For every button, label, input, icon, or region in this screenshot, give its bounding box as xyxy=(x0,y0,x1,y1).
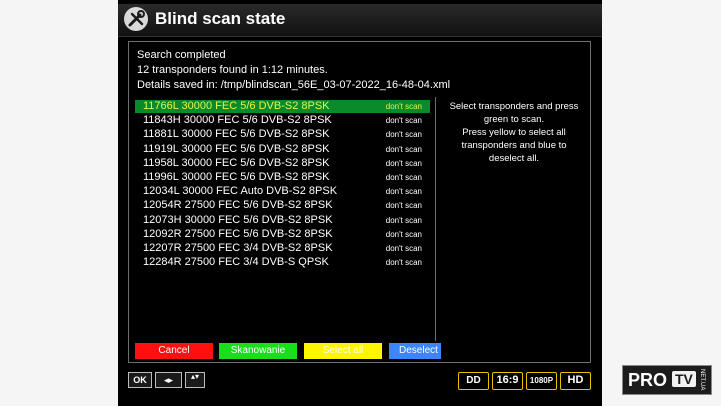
help-line: Select transponders and press xyxy=(449,101,579,112)
watermark-tv: TV xyxy=(672,371,696,387)
transponder-label: 11843H 30000 FEC 5/6 DVB-S2 8PSK xyxy=(143,114,332,127)
cancel-button[interactable]: Cancel xyxy=(135,343,213,359)
hd-badge: HD xyxy=(560,372,591,390)
transponder-row[interactable]: 11881L 30000 FEC 5/6 DVB-S2 8PSK don't sc… xyxy=(135,128,430,141)
resolution-badge: 1080P xyxy=(526,372,557,390)
ok-key-icon: OK xyxy=(128,372,152,388)
transponder-label: 11919L 30000 FEC 5/6 DVB-S2 8PSK xyxy=(143,142,330,155)
transponder-label: 12284R 27500 FEC 3/4 DVB-S QPSK xyxy=(143,256,329,269)
transponder-row[interactable]: 11958L 30000 FEC 5/6 DVB-S2 8PSK don't sc… xyxy=(135,157,430,170)
status-search-completed: Search completed xyxy=(137,49,226,61)
transponder-row[interactable]: 12073H 30000 FEC 5/6 DVB-S2 8PSK don't sc… xyxy=(135,214,430,227)
transponder-row[interactable]: 11766L 30000 FEC 5/6 DVB-S2 8PSK don't sc… xyxy=(135,100,430,113)
transponder-label: 11881L 30000 FEC 5/6 DVB-S2 8PSK xyxy=(143,128,330,141)
dolby-badge: DD xyxy=(458,372,489,390)
scan-panel: Search completed 12 transponders found i… xyxy=(128,41,591,363)
transponder-label: 12073H 30000 FEC 5/6 DVB-S2 8PSK xyxy=(143,213,333,226)
transponder-row[interactable]: 12284R 27500 FEC 3/4 DVB-S QPSK don't sca… xyxy=(135,256,430,269)
tools-icon xyxy=(124,7,148,31)
deselect-button[interactable]: Deselect xyxy=(389,343,441,359)
transponder-label: 12207R 27500 FEC 3/4 DVB-S2 8PSK xyxy=(143,242,333,254)
status-found-count: 12 transponders found in 1:12 minutes. xyxy=(137,64,328,76)
up-down-key-icon: ▴▾ xyxy=(185,372,205,388)
scan-state-label: don't scan xyxy=(385,116,422,126)
watermark-domain: NET.UA xyxy=(699,369,705,391)
transponder-row[interactable]: 11919L 30000 FEC 5/6 DVB-S2 8PSK don't sc… xyxy=(135,143,430,156)
scan-state-label: don't scan xyxy=(385,130,422,140)
transponder-row[interactable]: 12034L 30000 FEC Auto DVB-S2 8PSK don't s… xyxy=(135,185,430,198)
scan-button[interactable]: Skanowanie xyxy=(219,343,297,359)
transponder-label: 12054R 27500 FEC 5/6 DVB-S2 8PSK xyxy=(143,199,333,212)
aspect-badge: 16:9 xyxy=(492,372,523,390)
transponder-label: 11996L 30000 FEC 5/6 DVB-S2 8PSK xyxy=(143,171,330,183)
help-line: deselect all. xyxy=(488,153,540,164)
scan-state-label: don't scan xyxy=(385,173,422,182)
transponder-label: 12092R 27500 FEC 5/6 DVB-S2 8PSK xyxy=(143,227,333,240)
transponder-label: 12034L 30000 FEC Auto DVB-S2 8PSK xyxy=(143,185,338,198)
transponder-row[interactable]: 12054R 27500 FEC 5/6 DVB-S2 8PSK don't sc… xyxy=(135,199,430,212)
help-line: transponders and blue to xyxy=(461,140,567,151)
scan-state-label: don't scan xyxy=(385,244,422,253)
scan-state-label: don't scan xyxy=(385,258,422,268)
transponder-label: 11766L 30000 FEC 5/6 DVB-S2 8PSK xyxy=(143,100,330,112)
transponder-row[interactable]: 12207R 27500 FEC 3/4 DVB-S2 8PSK don't sc… xyxy=(135,242,430,255)
watermark-logo: PRO TV NET.UA xyxy=(622,365,712,395)
help-line: Press yellow to select all xyxy=(462,127,566,138)
scan-state-label: don't scan xyxy=(385,102,422,111)
title-bar: Blind scan state xyxy=(118,4,602,37)
help-line: green to scan. xyxy=(483,114,545,125)
watermark-brand: PRO xyxy=(628,370,668,390)
left-right-key-icon: ◂▸ xyxy=(155,372,182,388)
transponder-row[interactable]: 12092R 27500 FEC 5/6 DVB-S2 8PSK don't sc… xyxy=(135,228,430,241)
window-title: Blind scan state xyxy=(155,9,286,28)
scan-state-label: don't scan xyxy=(385,229,422,239)
scan-state-label: don't scan xyxy=(385,187,422,197)
list-divider xyxy=(435,97,436,341)
scan-state-label: don't scan xyxy=(385,201,422,211)
transponder-row[interactable]: 11843H 30000 FEC 5/6 DVB-S2 8PSK don't sc… xyxy=(135,114,430,127)
transponder-label: 11958L 30000 FEC 5/6 DVB-S2 8PSK xyxy=(143,156,330,169)
transponder-list[interactable]: 11766L 30000 FEC 5/6 DVB-S2 8PSK don't sc… xyxy=(135,97,436,341)
scan-state-label: don't scan xyxy=(385,144,422,154)
help-text: Select transponders and press green to s… xyxy=(441,100,587,165)
select-all-button[interactable]: Select all xyxy=(304,343,382,359)
status-details-path: Details saved in: /tmp/blindscan_56E_03-… xyxy=(137,79,451,91)
scan-state-label: don't scan xyxy=(385,158,422,168)
scan-state-label: don't scan xyxy=(385,215,422,225)
transponder-row[interactable]: 11996L 30000 FEC 5/6 DVB-S2 8PSK don't sc… xyxy=(135,171,430,184)
